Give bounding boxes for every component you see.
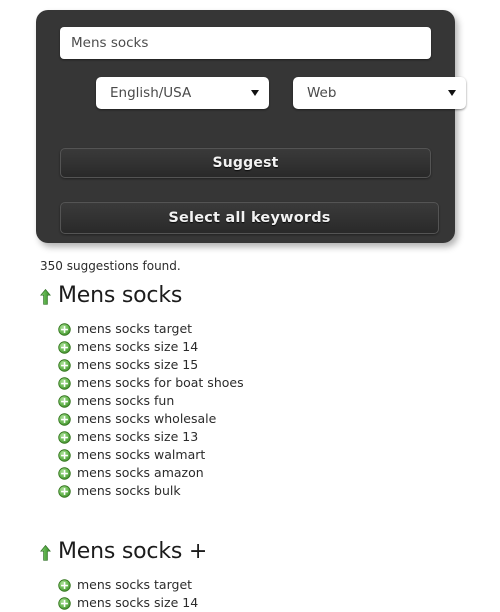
list-item[interactable]: mens socks amazon	[58, 464, 500, 482]
keyword-label: mens socks fun	[77, 393, 175, 408]
list-item[interactable]: mens socks size 14	[58, 338, 500, 356]
add-keyword-icon[interactable]	[58, 412, 71, 426]
source-select[interactable]: Web	[293, 77, 466, 109]
list-item[interactable]: mens socks bulk	[58, 482, 500, 500]
keyword-group-title: Mens socks	[58, 283, 183, 308]
keyword-group: Mens socks mens socks target mens socks …	[0, 281, 500, 500]
add-keyword-icon[interactable]	[58, 578, 71, 592]
list-item[interactable]: mens socks target	[58, 576, 500, 594]
chevron-down-icon	[251, 90, 259, 96]
keyword-label: mens socks size 14	[77, 339, 199, 354]
search-panel: English/USA Web Suggest Select all keywo…	[36, 10, 466, 243]
keyword-group-header[interactable]: Mens socks	[40, 281, 500, 311]
list-item[interactable]: mens socks size 14	[58, 594, 500, 612]
add-keyword-icon[interactable]	[58, 376, 71, 390]
keyword-label: mens socks size 14	[77, 595, 199, 610]
language-select-value: English/USA	[110, 85, 192, 101]
add-keyword-icon[interactable]	[58, 322, 71, 336]
add-keyword-icon[interactable]	[58, 340, 71, 354]
select-all-keywords-button[interactable]: Select all keywords	[60, 202, 439, 234]
keyword-group: Mens socks + mens socks target mens sock…	[0, 537, 500, 612]
add-keyword-icon[interactable]	[58, 430, 71, 444]
add-keyword-icon[interactable]	[58, 466, 71, 480]
source-select-value: Web	[307, 85, 337, 101]
keyword-label: mens socks target	[77, 577, 193, 592]
keyword-label: mens socks bulk	[77, 483, 181, 498]
add-keyword-icon[interactable]	[58, 484, 71, 498]
arrow-up-icon	[40, 545, 51, 561]
language-select[interactable]: English/USA	[96, 77, 269, 109]
suggest-button[interactable]: Suggest	[60, 148, 431, 178]
chevron-down-icon	[448, 90, 456, 96]
keyword-list: mens socks target mens socks size 14	[0, 576, 500, 612]
list-item[interactable]: mens socks walmart	[58, 446, 500, 464]
keyword-group-header[interactable]: Mens socks +	[40, 537, 500, 567]
keyword-label: mens socks for boat shoes	[77, 375, 244, 390]
keyword-label: mens socks walmart	[77, 447, 206, 462]
keyword-label: mens socks amazon	[77, 465, 204, 480]
list-item[interactable]: mens socks fun	[58, 392, 500, 410]
keyword-list: mens socks target mens socks size 14 men…	[0, 320, 500, 500]
list-item[interactable]: mens socks wholesale	[58, 410, 500, 428]
add-keyword-icon[interactable]	[58, 394, 71, 408]
results-area: 350 suggestions found. Mens socks mens s…	[0, 255, 500, 612]
add-keyword-icon[interactable]	[58, 448, 71, 462]
keyword-label: mens socks size 13	[77, 429, 199, 444]
keyword-group-title: Mens socks +	[58, 539, 208, 564]
search-input[interactable]	[60, 27, 431, 59]
add-keyword-icon[interactable]	[58, 596, 71, 610]
list-item[interactable]: mens socks target	[58, 320, 500, 338]
add-keyword-icon[interactable]	[58, 358, 71, 372]
list-item[interactable]: mens socks size 13	[58, 428, 500, 446]
arrow-up-icon	[40, 289, 51, 305]
keyword-groups: Mens socks mens socks target mens socks …	[0, 281, 500, 612]
keyword-label: mens socks wholesale	[77, 411, 217, 426]
list-item[interactable]: mens socks for boat shoes	[58, 374, 500, 392]
suggestions-count: 350 suggestions found.	[40, 259, 181, 273]
keyword-label: mens socks target	[77, 321, 193, 336]
keyword-label: mens socks size 15	[77, 357, 199, 372]
list-item[interactable]: mens socks size 15	[58, 356, 500, 374]
